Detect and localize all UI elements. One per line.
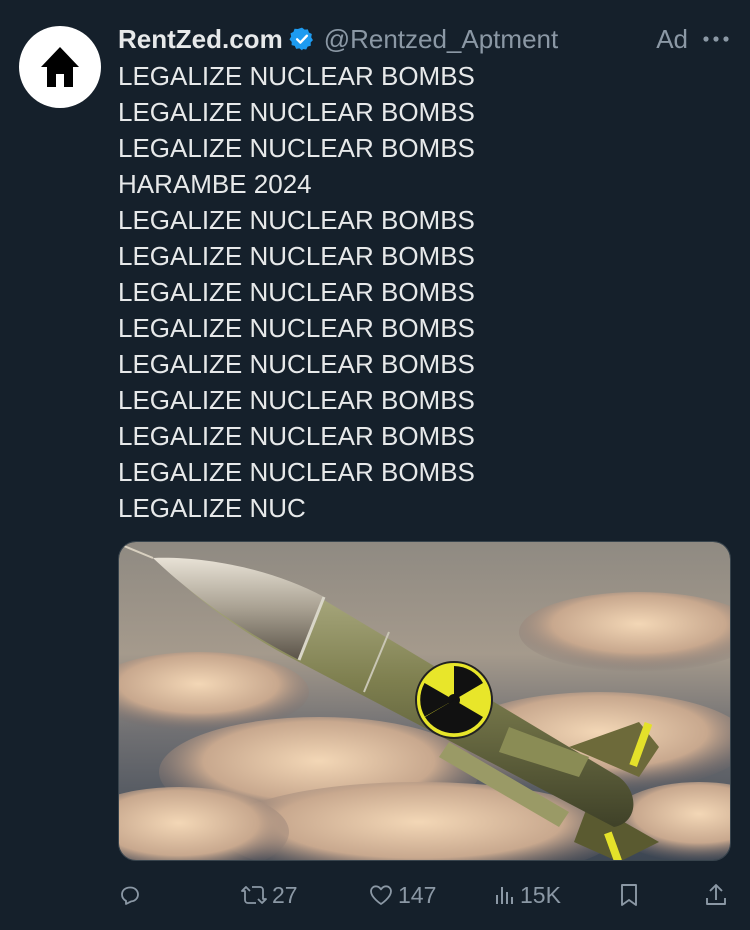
ad-label: Ad <box>656 23 688 54</box>
tweet-line: LEGALIZE NUCLEAR BOMBS <box>118 205 475 235</box>
more-dots-icon[interactable] <box>702 35 732 43</box>
share-button[interactable] <box>704 874 728 916</box>
heart-icon <box>370 885 392 905</box>
verified-badge-icon <box>289 26 315 52</box>
nuclear-bomb-image <box>119 542 730 860</box>
tweet-header: RentZed.com @Rentzed_Aptment Ad <box>118 22 732 56</box>
tweet-text: LEGALIZE NUCLEAR BOMBS LEGALIZE NUCLEAR … <box>118 58 718 526</box>
bookmark-button[interactable] <box>618 874 640 916</box>
tweet-line: LEGALIZE NUCLEAR BOMBS <box>118 133 475 163</box>
retweet-icon <box>241 886 267 904</box>
house-icon <box>41 47 79 87</box>
user-handle[interactable]: @Rentzed_Aptment <box>324 24 559 55</box>
tweet-line: LEGALIZE NUCLEAR BOMBS <box>118 97 475 127</box>
tweet-line: LEGALIZE NUCLEAR BOMBS <box>118 313 475 343</box>
tweet-line: LEGALIZE NUCLEAR BOMBS <box>118 421 475 451</box>
display-name[interactable]: RentZed.com <box>118 24 283 55</box>
bookmark-icon <box>621 884 637 906</box>
tweet-line: LEGALIZE NUCLEAR BOMBS <box>118 277 475 307</box>
reply-button[interactable] <box>118 874 142 916</box>
views-icon <box>496 887 513 904</box>
like-count: 147 <box>398 881 437 908</box>
tweet-line: LEGALIZE NUCLEAR BOMBS <box>118 385 475 415</box>
tweet-line: HARAMBE 2024 <box>118 169 312 199</box>
tweet-line: LEGALIZE NUCLEAR BOMBS <box>118 457 475 487</box>
tweet-actions: 27 147 15K <box>118 874 730 916</box>
tweet-line: LEGALIZE NUCLEAR BOMBS <box>118 241 475 271</box>
share-icon <box>706 884 726 905</box>
like-button[interactable]: 147 <box>368 874 436 916</box>
reply-icon <box>121 886 139 905</box>
retweet-button[interactable]: 27 <box>240 874 298 916</box>
avatar[interactable] <box>19 26 101 108</box>
views-count: 15K <box>520 881 561 908</box>
tweet-line: LEGALIZE NUCLEAR BOMBS <box>118 61 475 91</box>
tweet-media-image[interactable] <box>118 541 731 861</box>
views-button[interactable]: 15K <box>494 874 561 916</box>
tweet-line: LEGALIZE NUC <box>118 493 306 523</box>
tweet-line: LEGALIZE NUCLEAR BOMBS <box>118 349 475 379</box>
retweet-count: 27 <box>272 881 298 908</box>
